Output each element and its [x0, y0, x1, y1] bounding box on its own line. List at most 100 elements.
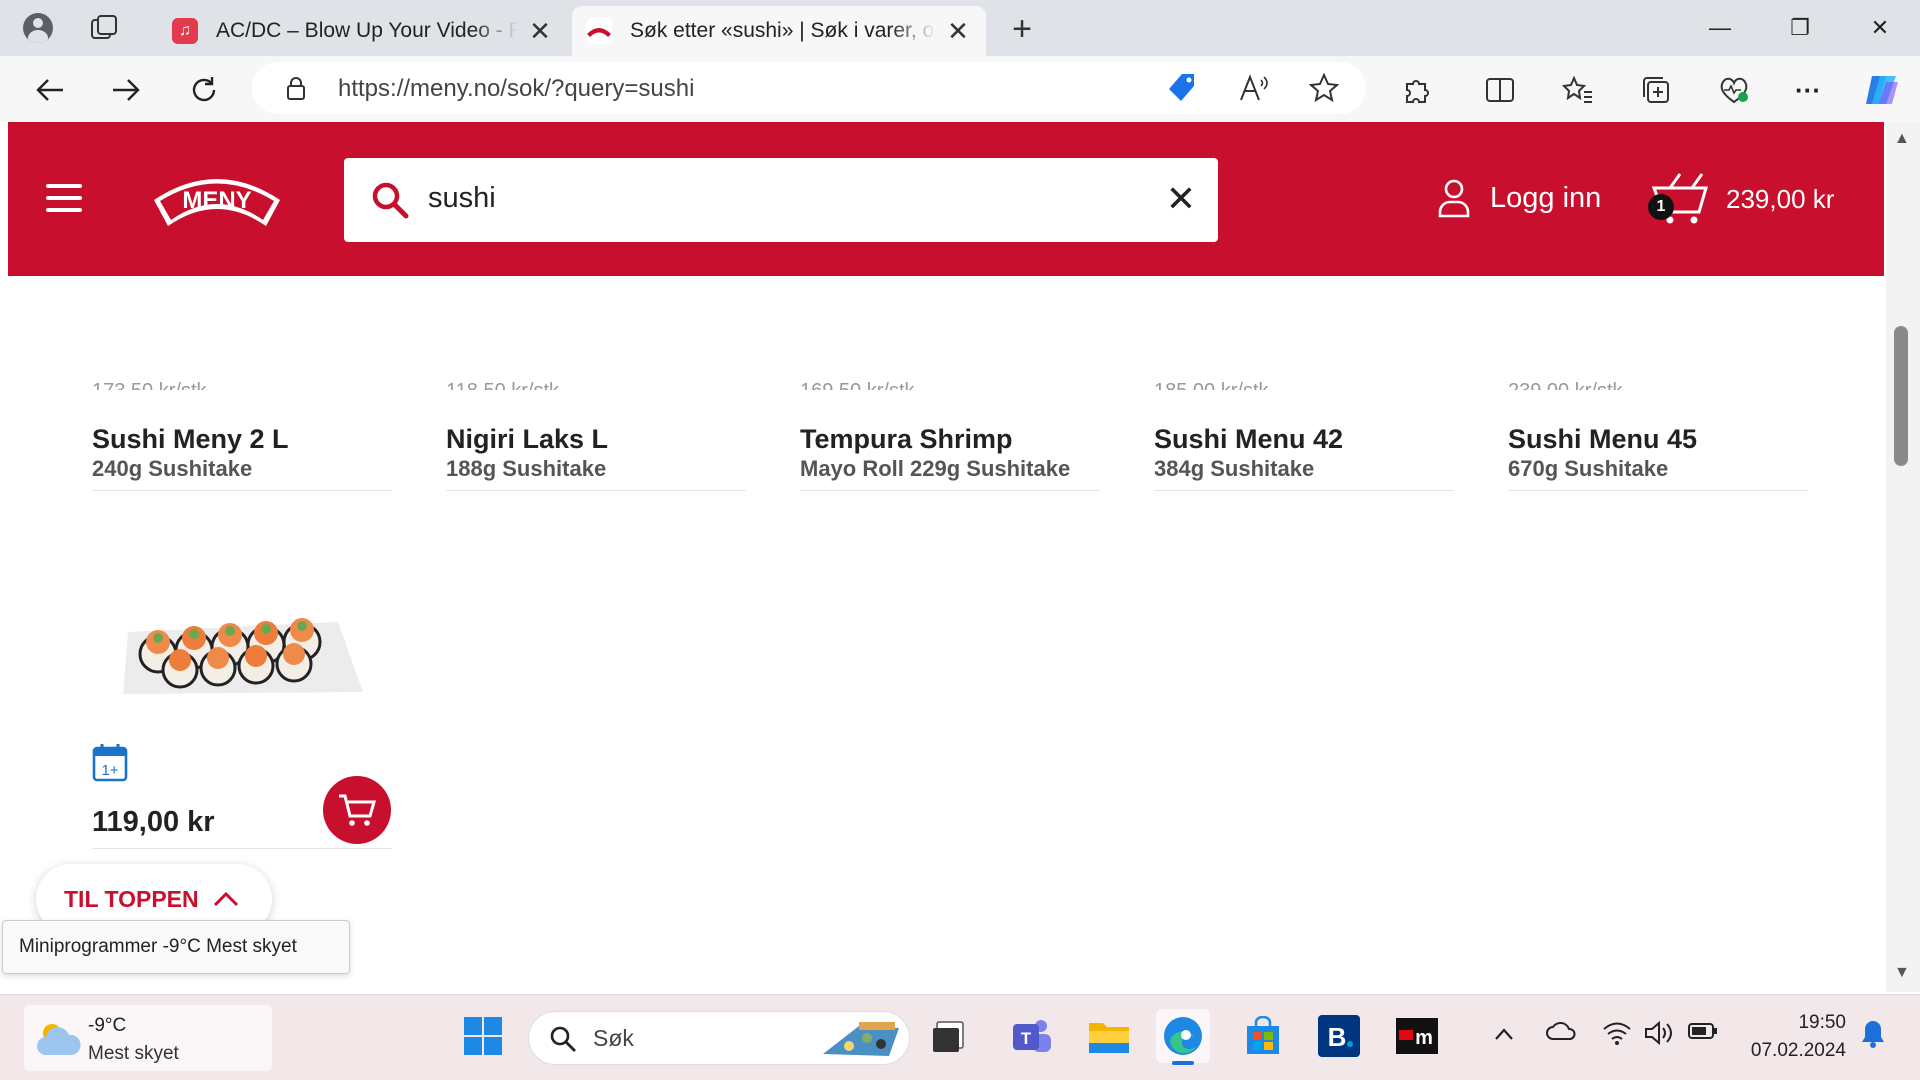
forward-button[interactable]: [104, 68, 148, 112]
volume-icon[interactable]: [1644, 1020, 1674, 1051]
product-name[interactable]: Tempura Shrimp: [800, 424, 1013, 455]
login-label: Logg inn: [1490, 181, 1602, 214]
search-box[interactable]: sushi ✕: [344, 158, 1218, 242]
search-input[interactable]: sushi: [428, 182, 496, 215]
svg-text:1+: 1+: [101, 762, 118, 779]
login-button[interactable]: Logg inn: [1436, 178, 1601, 218]
browser-toolbar: https://meny.no/sok/?query=sushi ···: [0, 56, 1920, 122]
teams-icon[interactable]: T: [1004, 1009, 1058, 1063]
close-window-button[interactable]: ✕: [1850, 8, 1910, 48]
search-icon: [550, 1026, 576, 1052]
site-header: MENY sushi ✕ Logg inn 1 239,00 kr: [8, 122, 1884, 276]
divider: [800, 490, 1100, 491]
search-icon: [372, 182, 409, 219]
edge-icon[interactable]: [1156, 1009, 1210, 1065]
divider: [92, 848, 392, 849]
onedrive-icon[interactable]: [1546, 1021, 1576, 1047]
profile-icon[interactable]: [18, 10, 58, 46]
start-icon[interactable]: [456, 1009, 510, 1063]
svg-text:B: B: [1328, 1022, 1347, 1052]
windows-taskbar: -9°C Mest skyet Søk T B m 19:50 07.02.20…: [0, 994, 1920, 1080]
product-subtitle: 188g Sushitake: [446, 456, 607, 481]
calendar-icon: 1+: [92, 744, 128, 782]
tab-title: Søk etter «sushi» | Søk i varer, op: [630, 19, 936, 42]
divider: [1154, 490, 1454, 491]
divider: [446, 490, 746, 491]
close-tab-icon[interactable]: ✕: [526, 16, 554, 47]
back-button[interactable]: [28, 68, 72, 112]
page-scrollbar[interactable]: ▲ ▼: [1886, 122, 1920, 992]
product-name[interactable]: Sushi Menu 42: [1154, 424, 1343, 455]
read-aloud-icon[interactable]: [1234, 68, 1274, 108]
menu-icon[interactable]: [46, 184, 82, 212]
product-name[interactable]: Nigiri Laks L: [446, 424, 608, 455]
taskbar-search[interactable]: Søk: [528, 1011, 910, 1065]
user-icon: [1438, 179, 1470, 218]
favorites-icon[interactable]: [1558, 70, 1598, 110]
product-price: 119,00 kr: [92, 806, 215, 838]
cart-total[interactable]: 239,00 kr: [1726, 184, 1834, 215]
web-page: 173,50 kr/stk Sushi Meny 2 L 240g Sushit…: [8, 122, 1884, 992]
microsoft-store-icon[interactable]: [1236, 1009, 1290, 1063]
new-tab-button[interactable]: +: [1004, 10, 1040, 49]
partly-cloudy-icon: [37, 1024, 81, 1055]
task-view-icon[interactable]: [924, 1009, 978, 1063]
product-name[interactable]: Sushi Meny 2 L: [92, 424, 289, 455]
browser-title-bar: ♫ AC/DC – Blow Up Your Video - Pl ✕ Søk …: [0, 0, 1920, 56]
notifications-bell-icon[interactable]: [1860, 1019, 1886, 1055]
restore-button[interactable]: ❐: [1770, 8, 1830, 48]
product-name[interactable]: Sushi Menu 45: [1508, 424, 1697, 455]
file-explorer-icon[interactable]: [1082, 1009, 1136, 1063]
widgets-tooltip: Miniprogrammer -9°C Mest skyet: [2, 920, 350, 974]
scroll-up-icon[interactable]: ▲: [1894, 130, 1910, 148]
wifi-icon[interactable]: [1602, 1021, 1632, 1051]
weather-widget[interactable]: -9°C Mest skyet: [24, 1005, 272, 1071]
tab-meny-search[interactable]: Søk etter «sushi» | Søk i varer, op ✕: [572, 6, 986, 56]
tab-title: AC/DC – Blow Up Your Video - Pl: [216, 19, 518, 42]
product-image[interactable]: [118, 592, 368, 702]
refresh-button[interactable]: [182, 68, 226, 112]
more-options-icon[interactable]: ···: [1788, 70, 1828, 110]
news-app-icon[interactable]: m: [1390, 1009, 1444, 1063]
split-screen-icon[interactable]: [1480, 70, 1520, 110]
product-subtitle: 240g Sushitake: [92, 456, 253, 481]
close-tab-icon[interactable]: ✕: [944, 16, 972, 47]
browser-essentials-icon[interactable]: [1714, 70, 1754, 110]
booking-icon[interactable]: B: [1312, 1009, 1366, 1063]
svg-text:m: m: [1415, 1027, 1433, 1049]
svg-text:T: T: [1021, 1029, 1032, 1048]
music-icon: ♫: [172, 18, 198, 44]
scrollbar-thumb[interactable]: [1894, 326, 1908, 466]
add-to-cart-button[interactable]: [323, 776, 391, 844]
unit-price: 169,50 kr/stk: [800, 380, 915, 390]
chevron-up-icon: [213, 891, 238, 907]
lock-icon[interactable]: [286, 76, 306, 100]
weather-temp: -9°C: [88, 1015, 127, 1036]
copilot-icon[interactable]: [1862, 70, 1902, 110]
url-text: https://meny.no/sok/?query=sushi: [338, 75, 695, 102]
meny-logo[interactable]: MENY: [150, 164, 284, 234]
divider: [92, 490, 392, 491]
svg-text:MENY: MENY: [182, 187, 251, 214]
divider: [1508, 490, 1808, 491]
extensions-icon[interactable]: [1396, 70, 1436, 110]
battery-icon[interactable]: [1688, 1021, 1718, 1047]
unit-price: 185,00 kr/stk: [1154, 380, 1269, 390]
scroll-down-icon[interactable]: ▼: [1894, 964, 1910, 982]
collections-icon[interactable]: [1636, 70, 1676, 110]
product-subtitle: 384g Sushitake: [1154, 456, 1315, 481]
tab-acdc[interactable]: ♫ AC/DC – Blow Up Your Video - Pl ✕: [158, 6, 568, 56]
address-bar[interactable]: https://meny.no/sok/?query=sushi: [252, 62, 1366, 114]
show-hidden-icons-icon[interactable]: [1494, 1021, 1514, 1047]
favorite-star-icon[interactable]: [1304, 68, 1344, 108]
shopping-tag-icon[interactable]: [1162, 68, 1202, 108]
taskbar-search-label: Søk: [593, 1025, 634, 1051]
clear-search-icon[interactable]: ✕: [1166, 178, 1196, 220]
workspaces-icon[interactable]: [90, 14, 122, 42]
cart-icon: [339, 794, 376, 826]
product-subtitle: 670g Sushitake: [1508, 456, 1669, 481]
unit-price: 239,00 kr/stk: [1508, 380, 1623, 390]
cart-count-badge: 1: [1648, 194, 1674, 220]
minimize-button[interactable]: —: [1690, 8, 1750, 48]
taskbar-clock[interactable]: 19:50 07.02.2024: [1736, 1009, 1846, 1065]
